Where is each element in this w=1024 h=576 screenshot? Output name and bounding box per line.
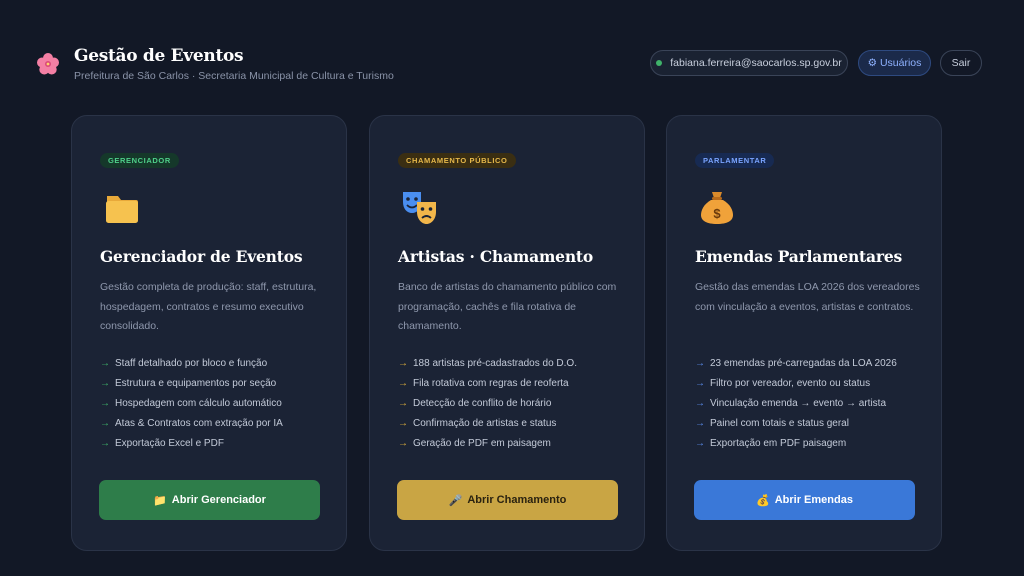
feature-item: → 23 emendas pré-carregadas da LOA 2026 — [695, 358, 897, 369]
online-status-dot — [656, 60, 663, 66]
open-chamamento-button[interactable]: 🎤 Abrir Chamamento — [397, 480, 618, 520]
feature-item: → 188 artistas pré-cadastrados do D.O. — [398, 358, 577, 369]
arrow-right-icon: → — [398, 398, 408, 409]
feature-item: → Estrutura e equipamentos por seção — [100, 378, 277, 389]
arrow-right-icon: → — [398, 438, 408, 449]
theater-masks-icon — [403, 192, 436, 224]
feature-item: → Confirmação de artistas e status — [398, 418, 557, 429]
flower-icon — [37, 53, 59, 75]
arrow-right-icon: → — [100, 358, 110, 369]
button-label: Abrir Gerenciador — [171, 494, 266, 506]
feature-item: → Exportação Excel e PDF — [100, 438, 224, 449]
button-label: Abrir Chamamento — [467, 494, 567, 506]
button-label: Abrir Emendas — [774, 494, 853, 506]
card-emendas: PARLAMENTAR $ Emendas Parlamentares Gest… — [666, 115, 942, 551]
feature-list: → 188 artistas pré-cadastrados do D.O. → F… — [398, 357, 577, 457]
feature-item: → Hospedagem com cálculo automático — [100, 398, 282, 409]
arrow-right-icon: → — [398, 378, 408, 389]
card-chamamento: CHAMAMENTO PÚBLICO Artistas · Chamamento… — [369, 115, 645, 551]
card-description: Gestão completa de produção: staff, estr… — [100, 281, 317, 332]
card-title: Gerenciador de Eventos — [100, 247, 303, 266]
feature-item: → Atas & Contratos com extração por IA — [100, 418, 283, 429]
app-header: Gestão de Eventos Prefeitura de São Carl… — [0, 0, 1024, 110]
feature-item: → Vinculação emenda → evento → artista — [695, 398, 887, 409]
feature-item: → Staff detalhado por bloco e função — [100, 358, 268, 369]
feature-item: → Filtro por vereador, evento ou status — [695, 378, 871, 389]
feature-item: → Exportação em PDF paisagem — [695, 438, 847, 449]
open-emendas-button[interactable]: 💰 Abrir Emendas — [694, 480, 915, 520]
users-button[interactable]: ⚙ Usuários — [858, 50, 931, 76]
arrow-right-icon: → — [695, 438, 705, 449]
feature-list: → 23 emendas pré-carregadas da LOA 2026 →… — [695, 357, 897, 457]
page-title: Gestão de Eventos — [74, 46, 244, 66]
arrow-right-icon: → — [695, 398, 705, 409]
folder-icon — [106, 196, 138, 223]
feature-item: → Geração de PDF em paisagem — [398, 438, 551, 449]
arrow-right-icon: → — [398, 418, 408, 429]
card-badge: CHAMAMENTO PÚBLICO — [398, 153, 516, 168]
feature-item: → Painel com totais e status geral — [695, 418, 849, 429]
folder-icon: 📁 — [153, 494, 167, 507]
arrow-right-icon: → — [100, 398, 110, 409]
page-subtitle: Prefeitura de São Carlos · Secretaria Mu… — [74, 70, 394, 82]
arrow-right-icon: → — [100, 418, 110, 429]
user-email: fabiana.ferreira@saocarlos.sp.gov.br — [670, 57, 842, 69]
arrow-right-icon: → — [695, 378, 705, 389]
microphone-icon: 🎤 — [448, 494, 463, 507]
feature-item: → Detecção de conflito de horário — [398, 398, 552, 409]
card-badge: PARLAMENTAR — [695, 153, 775, 168]
card-title: Artistas · Chamamento — [398, 247, 594, 266]
card-badge: GERENCIADOR — [100, 153, 179, 168]
card-description: Gestão das emendas LOA 2026 dos vereador… — [695, 281, 920, 313]
arrow-right-icon: → — [100, 438, 110, 449]
money-bag-icon: 💰 — [756, 494, 770, 507]
logout-button[interactable]: Sair — [940, 50, 982, 76]
user-email-pill: fabiana.ferreira@saocarlos.sp.gov.br — [650, 50, 848, 76]
arrow-right-icon: → — [398, 358, 408, 369]
arrow-right-icon: → — [695, 358, 705, 369]
svg-text:$: $ — [713, 206, 721, 221]
card-gerenciador: GERENCIADOR Gerenciador de Eventos Gestã… — [71, 115, 347, 551]
arrow-right-icon: → — [695, 418, 705, 429]
open-gerenciador-button[interactable]: 📁 Abrir Gerenciador — [99, 480, 320, 520]
card-title: Emendas Parlamentares — [695, 247, 903, 266]
money-bag-icon: $ — [701, 192, 733, 224]
arrow-right-icon: → — [100, 378, 110, 389]
feature-item: → Fila rotativa com regras de reoferta — [398, 378, 569, 389]
feature-list: → Staff detalhado por bloco e função → Est… — [100, 357, 283, 457]
card-description: Banco de artistas do chamamento público … — [398, 281, 617, 332]
